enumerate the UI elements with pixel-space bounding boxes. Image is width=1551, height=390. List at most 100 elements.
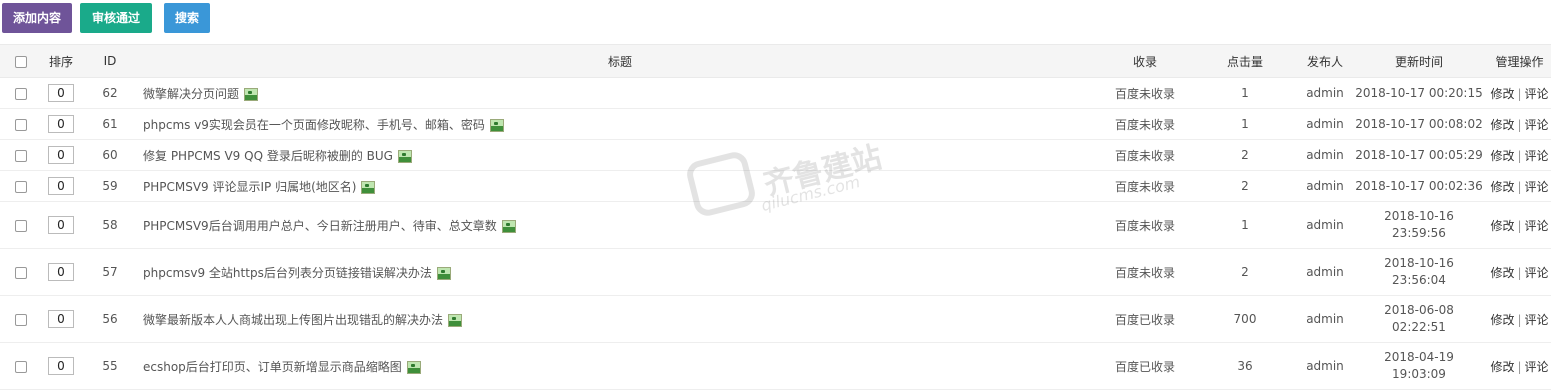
row-select-cell: [0, 248, 42, 296]
comment-link[interactable]: 评论: [1525, 313, 1549, 327]
thumbnail-image-icon[interactable]: [448, 313, 463, 327]
publisher-name: admin: [1300, 139, 1350, 171]
action-separator: |: [1517, 312, 1522, 327]
sort-order-input[interactable]: 0: [48, 115, 74, 133]
action-separator: |: [1517, 117, 1522, 132]
table-row: 0 60 修复 PHPCMS V9 QQ 登录后昵称被删的 BUG 百度未收录 2 adm…: [0, 139, 1551, 171]
row-checkbox[interactable]: [15, 313, 27, 326]
updated-time: 2018-10-17 00:08:02: [1355, 117, 1483, 131]
id-cell: 62: [80, 77, 140, 109]
updated-time: 2018-10-17 00:02:36: [1355, 179, 1483, 193]
header-index-status: 收录: [1100, 44, 1190, 78]
thumbnail-image-icon[interactable]: [406, 360, 421, 374]
row-select-cell: [0, 139, 42, 171]
header-publisher: 发布人: [1300, 44, 1350, 78]
article-title-link[interactable]: 修复 PHPCMS V9 QQ 登录后昵称被删的 BUG: [143, 149, 393, 163]
thumbnail-image-icon[interactable]: [501, 219, 516, 233]
edit-link[interactable]: 修改: [1490, 360, 1514, 374]
updated-time-cell: 2018-10-16 23:56:04: [1350, 248, 1488, 296]
hits-count: 700: [1190, 295, 1300, 343]
actions-cell: 修改 | 评论: [1488, 201, 1551, 249]
updated-time-cell: 2018-10-17 00:20:15: [1350, 77, 1488, 109]
sort-cell: 0: [42, 295, 80, 343]
article-title-link[interactable]: 微擎最新版本人人商城出现上传图片出现错乱的解决办法: [143, 313, 443, 327]
action-separator: |: [1517, 359, 1522, 374]
title-cell: 修复 PHPCMS V9 QQ 登录后昵称被删的 BUG: [140, 139, 1100, 171]
article-title-link[interactable]: phpcms v9实现会员在一个页面修改昵称、手机号、邮箱、密码: [143, 118, 485, 132]
updated-date: 2018-10-16: [1384, 256, 1454, 270]
sort-cell: 0: [42, 108, 80, 140]
title-cell: PHPCMSV9 评论显示IP 归属地(地区名): [140, 170, 1100, 202]
thumbnail-image-icon[interactable]: [361, 180, 376, 194]
comment-link[interactable]: 评论: [1525, 149, 1549, 163]
id-cell: 58: [80, 201, 140, 249]
comment-link[interactable]: 评论: [1525, 180, 1549, 194]
hits-count: 2: [1190, 248, 1300, 296]
comment-link[interactable]: 评论: [1525, 219, 1549, 233]
row-checkbox[interactable]: [15, 266, 27, 279]
thumbnail-image-icon[interactable]: [244, 87, 259, 101]
row-checkbox[interactable]: [15, 180, 27, 193]
select-all-checkbox[interactable]: [15, 55, 27, 68]
search-button[interactable]: 搜索: [164, 3, 210, 33]
approve-button[interactable]: 审核通过: [80, 3, 152, 33]
row-checkbox[interactable]: [15, 149, 27, 162]
index-status: 百度未收录: [1100, 108, 1190, 140]
updated-time-cell: 2018-06-08 02:22:51: [1350, 295, 1488, 343]
sort-order-input[interactable]: 0: [48, 177, 74, 195]
action-separator: |: [1517, 148, 1522, 163]
comment-link[interactable]: 评论: [1525, 118, 1549, 132]
article-title-link[interactable]: phpcmsv9 全站https后台列表分页链接错误解决办法: [143, 266, 432, 280]
index-status: 百度未收录: [1100, 248, 1190, 296]
row-checkbox[interactable]: [15, 87, 27, 100]
article-title-link[interactable]: PHPCMSV9后台调用用户总户、今日新注册用户、待审、总文章数: [143, 219, 497, 233]
article-title-link[interactable]: PHPCMSV9 评论显示IP 归属地(地区名): [143, 180, 356, 194]
sort-order-input[interactable]: 0: [48, 216, 74, 234]
sort-cell: 0: [42, 77, 80, 109]
comment-link[interactable]: 评论: [1525, 360, 1549, 374]
sort-order-input[interactable]: 0: [48, 84, 74, 102]
updated-clock: 23:56:04: [1392, 273, 1446, 287]
row-select-cell: [0, 170, 42, 202]
row-checkbox[interactable]: [15, 219, 27, 232]
sort-order-input[interactable]: 0: [48, 310, 74, 328]
edit-link[interactable]: 修改: [1490, 149, 1514, 163]
publisher-name: admin: [1300, 342, 1350, 390]
sort-order-input[interactable]: 0: [48, 357, 74, 375]
thumbnail-image-icon[interactable]: [489, 118, 504, 132]
actions-cell: 修改 | 评论: [1488, 108, 1551, 140]
add-content-button[interactable]: 添加内容: [2, 3, 72, 33]
title-cell: PHPCMSV9后台调用用户总户、今日新注册用户、待审、总文章数: [140, 201, 1100, 249]
edit-link[interactable]: 修改: [1490, 266, 1514, 280]
header-id: ID: [80, 44, 140, 78]
actions-cell: 修改 | 评论: [1488, 342, 1551, 390]
sort-order-input[interactable]: 0: [48, 146, 74, 164]
action-separator: |: [1517, 86, 1522, 101]
comment-link[interactable]: 评论: [1525, 87, 1549, 101]
row-select-cell: [0, 77, 42, 109]
updated-time-cell: 2018-10-17 00:08:02: [1350, 108, 1488, 140]
publisher-name: admin: [1300, 170, 1350, 202]
header-actions: 管理操作: [1488, 44, 1551, 78]
updated-time: 2018-10-17 00:20:15: [1355, 86, 1483, 100]
edit-link[interactable]: 修改: [1490, 219, 1514, 233]
edit-link[interactable]: 修改: [1490, 180, 1514, 194]
header-title: 标题: [140, 44, 1100, 78]
row-select-cell: [0, 342, 42, 390]
index-status: 百度未收录: [1100, 139, 1190, 171]
action-separator: |: [1517, 218, 1522, 233]
edit-link[interactable]: 修改: [1490, 87, 1514, 101]
thumbnail-image-icon[interactable]: [436, 266, 451, 280]
comment-link[interactable]: 评论: [1525, 266, 1549, 280]
row-checkbox[interactable]: [15, 360, 27, 373]
sort-order-input[interactable]: 0: [48, 263, 74, 281]
row-select-cell: [0, 295, 42, 343]
article-title-link[interactable]: 微擎解决分页问题: [143, 87, 239, 101]
edit-link[interactable]: 修改: [1490, 313, 1514, 327]
thumbnail-image-icon[interactable]: [397, 149, 412, 163]
row-checkbox[interactable]: [15, 118, 27, 131]
edit-link[interactable]: 修改: [1490, 118, 1514, 132]
sort-cell: 0: [42, 170, 80, 202]
id-cell: 59: [80, 170, 140, 202]
article-title-link[interactable]: ecshop后台打印页、订单页新增显示商品缩略图: [143, 360, 402, 374]
